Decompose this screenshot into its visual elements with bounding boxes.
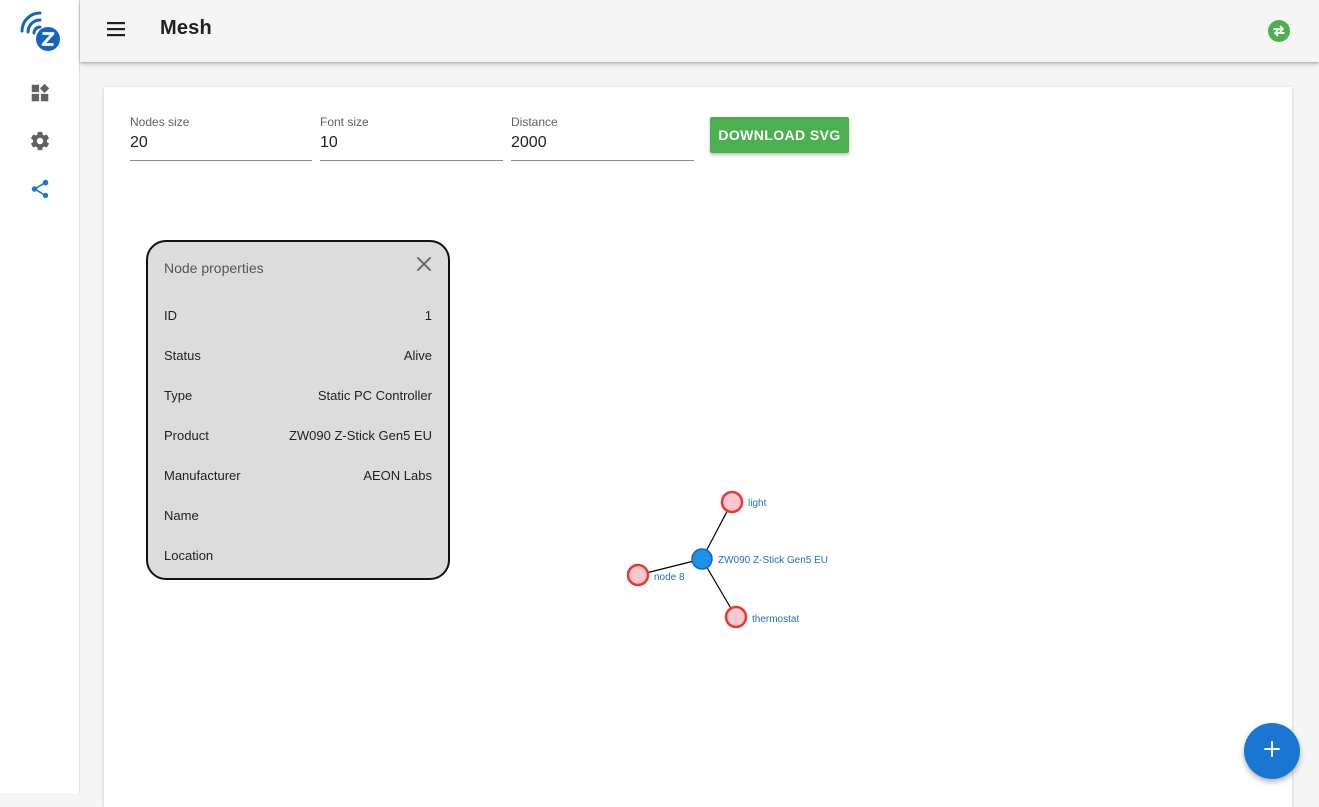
property-row-manufacturer: Manufacturer AEON Labs	[164, 468, 432, 486]
mesh-node-label-light: light	[748, 498, 767, 509]
property-key: ID	[164, 308, 177, 323]
mesh-node-label-node8: node 8	[654, 572, 685, 583]
menu-icon	[106, 21, 126, 42]
property-value: 1	[424, 308, 432, 323]
property-key: Product	[164, 428, 209, 443]
zwave-logo-icon[interactable]	[18, 9, 62, 53]
mesh-node-light[interactable]	[720, 490, 744, 514]
sidebar-item-settings[interactable]	[0, 123, 79, 163]
mesh-node-controller[interactable]	[691, 548, 713, 570]
property-row-id: ID 1	[164, 308, 432, 326]
property-key: Type	[164, 388, 193, 403]
close-panel-button[interactable]	[412, 254, 436, 278]
sidebar-item-mesh[interactable]	[0, 171, 79, 211]
menu-button[interactable]	[100, 15, 132, 47]
property-value: Alive	[403, 348, 432, 363]
share-mesh-icon	[29, 178, 51, 205]
mesh-node-label-controller: ZW090 Z-Stick Gen5 EU	[718, 555, 828, 566]
property-row-product: Product ZW090 Z-Stick Gen5 EU	[164, 428, 432, 446]
property-value: Static PC Controller	[317, 388, 432, 403]
property-value: ZW090 Z-Stick Gen5 EU	[288, 428, 432, 443]
mesh-card: Nodes size 20 Font size 10 Distance 2000…	[104, 87, 1292, 807]
add-fab-button[interactable]	[1244, 723, 1300, 779]
node-properties-title: Node properties	[164, 260, 264, 276]
node-properties-panel: Node properties ID 1 Status Alive Type S…	[146, 240, 450, 580]
property-key: Location	[164, 548, 214, 563]
mesh-node-thermostat[interactable]	[724, 605, 748, 629]
property-row-name: Name	[164, 508, 432, 526]
property-key: Manufacturer	[164, 468, 241, 483]
settings-gear-icon	[29, 130, 51, 157]
close-icon	[416, 256, 432, 277]
property-key: Status	[164, 348, 201, 363]
swap-horizontal-icon[interactable]	[1267, 19, 1291, 43]
nav-rail	[0, 0, 80, 793]
mesh-node-label-thermostat: thermostat	[752, 614, 799, 625]
app-bar: Mesh	[80, 0, 1319, 62]
property-key: Name	[164, 508, 199, 523]
dashboard-icon	[29, 82, 51, 109]
sidebar-item-dashboard[interactable]	[0, 75, 79, 115]
property-row-status: Status Alive	[164, 348, 432, 366]
mesh-node-node8[interactable]	[626, 563, 650, 587]
property-row-type: Type Static PC Controller	[164, 388, 432, 406]
plus-icon	[1263, 740, 1281, 763]
property-value: AEON Labs	[363, 468, 432, 483]
page-title: Mesh	[160, 17, 212, 39]
property-row-location: Location	[164, 548, 432, 566]
